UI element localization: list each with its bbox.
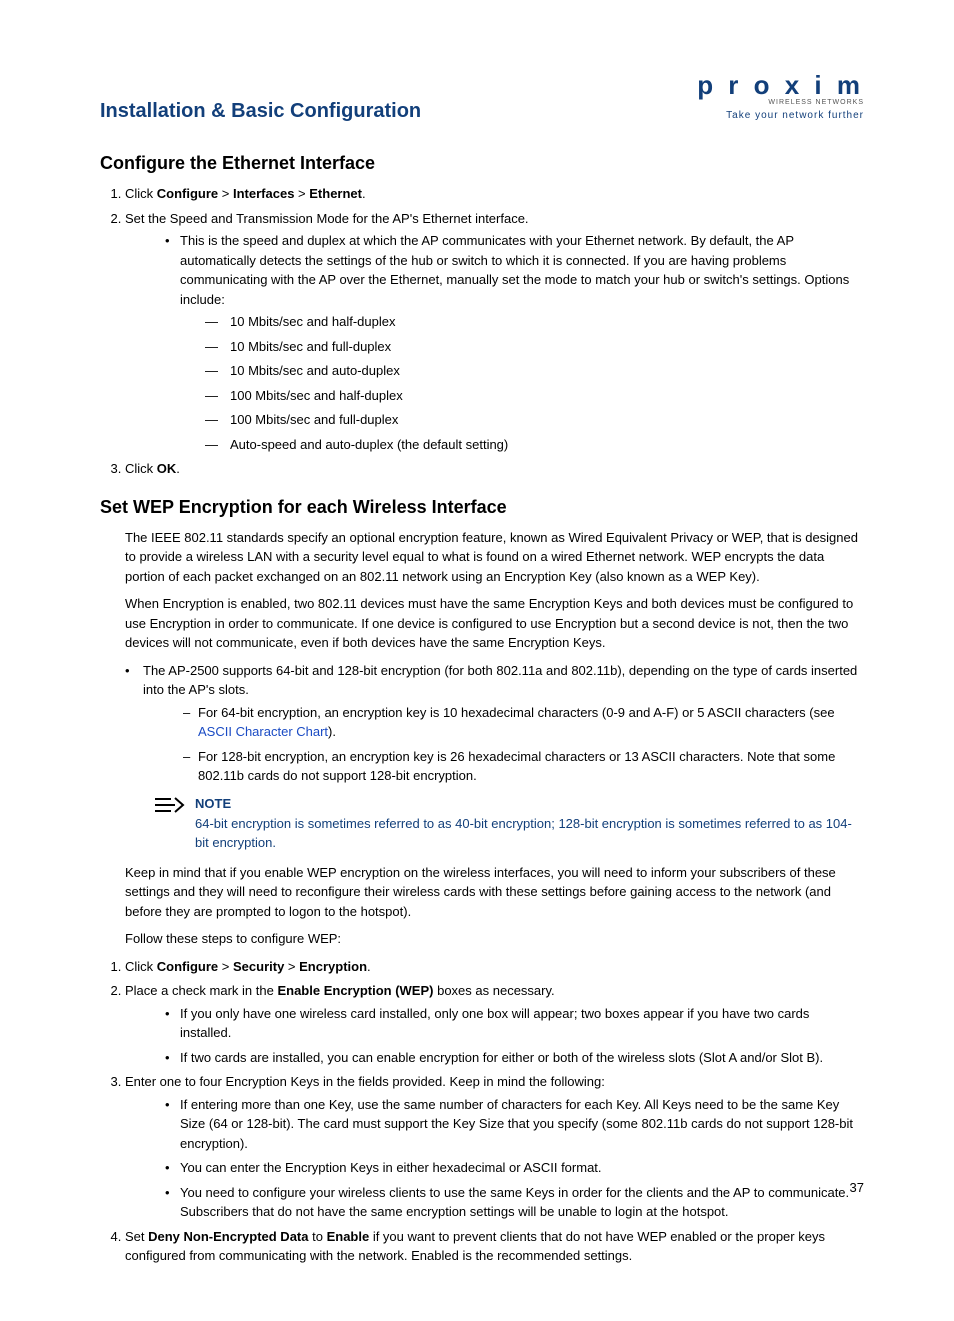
step-item: Click Configure > Security > Encryption. xyxy=(125,957,864,977)
text: This is the speed and duplex at which th… xyxy=(180,233,849,307)
paragraph: When Encryption is enabled, two 802.11 d… xyxy=(125,594,864,653)
note-arrow-icon xyxy=(155,796,195,853)
step-item: Enter one to four Encryption Keys in the… xyxy=(125,1072,864,1222)
section-heading-wep: Set WEP Encryption for each Wireless Int… xyxy=(100,497,864,518)
bullet-item: If you only have one wireless card insta… xyxy=(165,1004,864,1043)
step-item: Place a check mark in the Enable Encrypt… xyxy=(125,981,864,1067)
text: The AP-2500 supports 64-bit and 128-bit … xyxy=(143,663,857,698)
text: Place a check mark in the xyxy=(125,983,277,998)
bold-text: Deny Non-Encrypted Data xyxy=(148,1229,308,1244)
bullet-item: You need to configure your wireless clie… xyxy=(165,1183,864,1222)
logo-wordmark: p r o x i m xyxy=(697,70,864,101)
step-item: Click OK. xyxy=(125,459,864,479)
bullet-item: This is the speed and duplex at which th… xyxy=(165,231,864,454)
dash-item: 100 Mbits/sec and half-duplex xyxy=(205,386,864,406)
section-heading-ethernet: Configure the Ethernet Interface xyxy=(100,153,864,174)
note-block: NOTE 64-bit encryption is sometimes refe… xyxy=(155,796,864,853)
text: > xyxy=(284,959,299,974)
text: . xyxy=(367,959,371,974)
dash-item: 10 Mbits/sec and full-duplex xyxy=(205,337,864,357)
text: to xyxy=(309,1229,327,1244)
note-label: NOTE xyxy=(195,796,864,811)
text: For 64-bit encryption, an encryption key… xyxy=(198,705,835,720)
text: boxes as necessary. xyxy=(433,983,554,998)
paragraph: The IEEE 802.11 standards specify an opt… xyxy=(125,528,864,587)
text: . xyxy=(176,461,180,476)
bold-text: Ethernet xyxy=(309,186,362,201)
note-text: 64-bit encryption is sometimes referred … xyxy=(195,814,864,853)
text: > xyxy=(294,186,309,201)
ascii-chart-link[interactable]: ASCII Character Chart xyxy=(198,724,328,739)
step-item: Set Deny Non-Encrypted Data to Enable if… xyxy=(125,1227,864,1266)
text: > xyxy=(218,959,233,974)
text: > xyxy=(218,186,233,201)
bold-text: Security xyxy=(233,959,284,974)
logo-tagline: Take your network further xyxy=(697,110,864,121)
bullet-item: The AP-2500 supports 64-bit and 128-bit … xyxy=(125,661,864,786)
dash-item: 100 Mbits/sec and full-duplex xyxy=(205,410,864,430)
logo: p r o x i m WIRELESS NETWORKS Take your … xyxy=(697,70,864,121)
text: . xyxy=(362,186,366,201)
bold-text: Enable xyxy=(327,1229,370,1244)
bold-text: Interfaces xyxy=(233,186,294,201)
page-header: Installation & Basic Configuration p r o… xyxy=(100,70,864,123)
bullet-item: If entering more than one Key, use the s… xyxy=(165,1095,864,1154)
text: Set the Speed and Transmission Mode for … xyxy=(125,211,529,226)
wep-steps: Click Configure > Security > Encryption.… xyxy=(125,957,864,1266)
chapter-title: Installation & Basic Configuration xyxy=(100,100,421,123)
text: Set xyxy=(125,1229,148,1244)
page-number: 37 xyxy=(850,1180,864,1195)
wep-bullet-list: The AP-2500 supports 64-bit and 128-bit … xyxy=(125,661,864,786)
endash-item: For 128-bit encryption, an encryption ke… xyxy=(183,747,864,786)
dash-item: 10 Mbits/sec and half-duplex xyxy=(205,312,864,332)
bold-text: OK xyxy=(157,461,177,476)
dash-item: Auto-speed and auto-duplex (the default … xyxy=(205,435,864,455)
text: Enter one to four Encryption Keys in the… xyxy=(125,1074,605,1089)
step-item: Click Configure > Interfaces > Ethernet. xyxy=(125,184,864,204)
text: ). xyxy=(328,724,336,739)
text: Click xyxy=(125,186,157,201)
dash-item: 10 Mbits/sec and auto-duplex xyxy=(205,361,864,381)
bold-text: Enable Encryption (WEP) xyxy=(277,983,433,998)
ethernet-steps: Click Configure > Interfaces > Ethernet.… xyxy=(125,184,864,479)
bold-text: Encryption xyxy=(299,959,367,974)
bold-text: Configure xyxy=(157,959,218,974)
text: Click xyxy=(125,959,157,974)
paragraph: Keep in mind that if you enable WEP encr… xyxy=(125,863,864,922)
paragraph: Follow these steps to configure WEP: xyxy=(125,929,864,949)
bold-text: Configure xyxy=(157,186,218,201)
bullet-item: You can enter the Encryption Keys in eit… xyxy=(165,1158,864,1178)
endash-item: For 64-bit encryption, an encryption key… xyxy=(183,703,864,742)
bullet-item: If two cards are installed, you can enab… xyxy=(165,1048,864,1068)
step-item: Set the Speed and Transmission Mode for … xyxy=(125,209,864,455)
text: Click xyxy=(125,461,157,476)
